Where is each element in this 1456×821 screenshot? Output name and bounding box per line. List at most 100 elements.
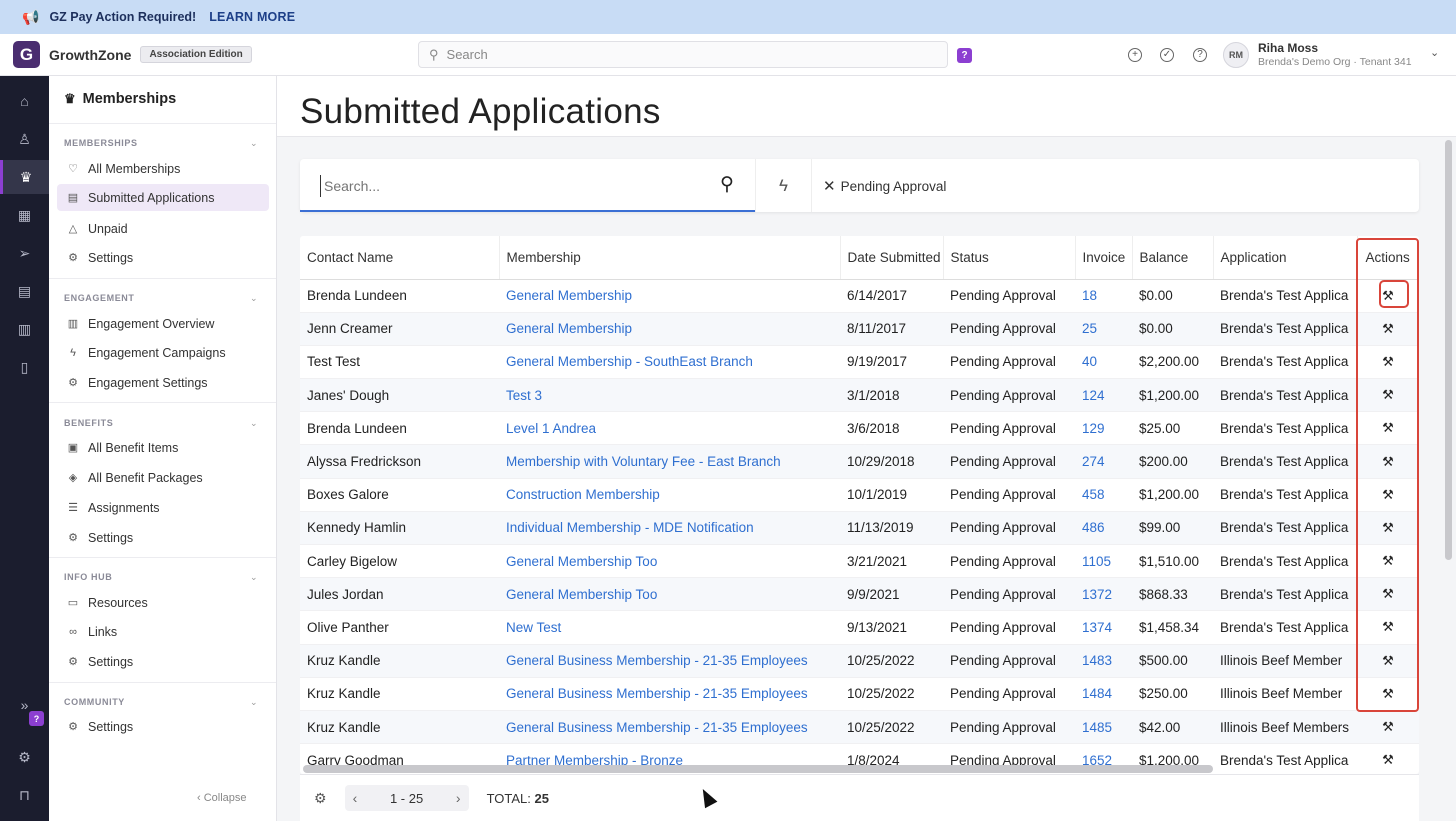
hammer-icon[interactable]: ⚒ [1382, 653, 1394, 669]
table-row[interactable]: Brenda Lundeen Level 1 Andrea 3/6/2018 Pend… [300, 411, 1419, 446]
cell-invoice[interactable]: 1483 [1075, 644, 1132, 678]
cell-invoice[interactable]: 458 [1075, 478, 1132, 512]
table-row[interactable]: Olive Panther New Test 9/13/2021 Pending Ap… [300, 610, 1419, 645]
cell-invoice[interactable]: 1372 [1075, 577, 1132, 612]
cell-membership[interactable]: General Membership Too [499, 577, 840, 612]
sidebar-item-all-memberships[interactable]: ♡ All Memberships [57, 155, 269, 182]
crown-icon[interactable]: ♛ [0, 160, 49, 194]
sidebar-item-unpaid[interactable]: △ Unpaid [57, 215, 269, 242]
cell-membership[interactable]: General Business Membership - 21-35 Empl… [499, 677, 840, 711]
table-row[interactable]: Janes' Dough Test 3 3/1/2018 Pending Approv… [300, 378, 1419, 413]
cell-invoice[interactable]: 40 [1075, 345, 1132, 380]
cell-invoice[interactable]: 1374 [1075, 610, 1132, 645]
sidebar-item-links[interactable]: ∞ Links [57, 618, 269, 645]
sidebar-item-assignments[interactable]: ☰ Assignments [57, 494, 269, 521]
table-row[interactable]: Kennedy Hamlin Individual Membership - MD… [300, 511, 1419, 546]
home-icon[interactable]: ⌂ [0, 84, 49, 118]
hammer-icon[interactable]: ⚒ [1382, 719, 1394, 735]
horizontal-scrollbar[interactable] [303, 765, 1213, 773]
cell-invoice[interactable]: 129 [1075, 411, 1132, 446]
help-shortcut-button[interactable]: ? [957, 48, 972, 63]
column-header-balance[interactable]: Balance [1132, 236, 1214, 280]
hammer-icon[interactable]: ⚒ [1382, 487, 1394, 503]
sidebar-item-engagement-overview[interactable]: ▥ Engagement Overview [57, 310, 269, 337]
sidebar-item-all-benefit-items[interactable]: ▣ All Benefit Items [57, 434, 269, 461]
table-row[interactable]: Brenda Lundeen General Membership 6/14/201… [300, 279, 1419, 313]
growthzone-logo[interactable]: G [13, 41, 40, 68]
chevron-down-icon[interactable]: ⌄ [250, 138, 258, 149]
table-row[interactable]: Test Test General Membership - SouthEast … [300, 345, 1419, 380]
table-row[interactable]: Alyssa Fredrickson Membership with Volunt… [300, 444, 1419, 479]
cell-membership[interactable]: Membership with Voluntary Fee - East Bra… [499, 444, 840, 479]
hammer-icon[interactable]: ⚒ [1382, 288, 1394, 304]
column-header-status[interactable]: Status [943, 236, 1076, 280]
sidebar-item-engagement-campaigns[interactable]: ϟ Engagement Campaigns [57, 339, 269, 366]
column-header-membership[interactable]: Membership [499, 236, 841, 280]
cell-membership[interactable]: General Membership [499, 279, 840, 313]
sidebar-item-engagement-settings[interactable]: ⚙ Engagement Settings [57, 369, 269, 396]
sidebar-item-submitted-applications[interactable]: ▤ Submitted Applications [57, 184, 269, 211]
cell-invoice[interactable]: 274 [1075, 444, 1132, 479]
hammer-icon[interactable]: ⚒ [1382, 619, 1394, 635]
report-icon[interactable]: ▯ [0, 350, 49, 384]
cell-membership[interactable]: General Membership - SouthEast Branch [499, 345, 840, 380]
vertical-scrollbar[interactable] [1445, 140, 1452, 560]
cell-invoice[interactable]: 25 [1075, 312, 1132, 346]
rail-help-badge[interactable]: ? [29, 711, 44, 726]
chevron-down-icon[interactable]: ⌄ [250, 697, 258, 708]
hammer-icon[interactable]: ⚒ [1382, 752, 1394, 768]
cell-invoice[interactable]: 18 [1075, 279, 1132, 313]
check-circle-icon[interactable]: ✓ [1160, 48, 1174, 62]
lock-icon[interactable]: ⊓ [0, 778, 49, 812]
chevron-down-icon[interactable]: ⌄ [250, 418, 258, 429]
cell-invoice[interactable]: 1484 [1075, 677, 1132, 711]
chevron-down-icon[interactable]: ⌄ [1430, 46, 1439, 59]
cell-membership[interactable]: General Membership [499, 312, 840, 346]
hammer-icon[interactable]: ⚒ [1382, 686, 1394, 702]
hammer-icon[interactable]: ⚒ [1382, 520, 1394, 536]
search-input[interactable] [320, 175, 700, 197]
close-icon[interactable]: ✕ [823, 177, 836, 195]
hammer-icon[interactable]: ⚒ [1382, 553, 1394, 569]
cell-invoice[interactable]: 486 [1075, 511, 1132, 546]
sidebar-item-all-benefit-packages[interactable]: ◈ All Benefit Packages [57, 464, 269, 491]
bank-icon[interactable]: ▥ [0, 312, 49, 346]
lightning-icon[interactable]: ϟ [755, 159, 812, 212]
chevron-right-icon[interactable]: › [456, 790, 461, 806]
user-name[interactable]: Riha Moss [1258, 41, 1318, 55]
calendar-icon[interactable]: ▦ [0, 198, 49, 232]
table-row[interactable]: Boxes Galore Construction Membership 10/1/… [300, 478, 1419, 512]
table-row[interactable]: Kruz Kandle General Business Membership -… [300, 710, 1419, 745]
cell-invoice[interactable]: 124 [1075, 378, 1132, 413]
cell-invoice[interactable]: 1485 [1075, 710, 1132, 745]
column-header-application[interactable]: Application [1213, 236, 1358, 280]
cell-membership[interactable]: Level 1 Andrea [499, 411, 840, 446]
column-header-date-submitted[interactable]: Date Submitted [840, 236, 944, 280]
cell-membership[interactable]: Test 3 [499, 378, 840, 413]
chevron-down-icon[interactable]: ⌄ [250, 572, 258, 583]
cell-membership[interactable]: General Membership Too [499, 544, 840, 579]
table-row[interactable]: Jules Jordan General Membership Too 9/9/20… [300, 577, 1419, 612]
global-search-input[interactable]: ⚲ Search [418, 41, 948, 68]
hammer-icon[interactable]: ⚒ [1382, 354, 1394, 370]
filter-chip[interactable]: ✕ Pending Approval [823, 177, 946, 195]
gear-icon[interactable]: ⚙ [314, 790, 327, 807]
sidebar-item-benefit-settings[interactable]: ⚙ Settings [57, 524, 269, 551]
cell-membership[interactable]: Individual Membership - MDE Notification [499, 511, 840, 546]
cell-membership[interactable]: Construction Membership [499, 478, 840, 512]
chevron-left-icon[interactable]: ‹ [353, 790, 358, 806]
table-row[interactable]: Carley Bigelow General Membership Too 3/21… [300, 544, 1419, 579]
hammer-icon[interactable]: ⚒ [1382, 420, 1394, 436]
cell-membership[interactable]: New Test [499, 610, 840, 645]
sidebar-item-resources[interactable]: ▭ Resources [57, 589, 269, 616]
column-header-contact-name[interactable]: Contact Name [300, 236, 500, 280]
add-circle-icon[interactable]: + [1128, 48, 1142, 62]
collapse-sidebar-button[interactable]: ‹ Collapse [197, 792, 247, 804]
person-icon[interactable]: ♙ [0, 122, 49, 156]
table-row[interactable]: Kruz Kandle General Business Membership -… [300, 677, 1419, 711]
chevron-down-icon[interactable]: ⌄ [250, 293, 258, 304]
search-icon[interactable]: ⚲ [720, 173, 734, 196]
table-row[interactable]: Kruz Kandle General Business Membership -… [300, 644, 1419, 678]
send-icon[interactable]: ➢ [0, 236, 49, 270]
hammer-icon[interactable]: ⚒ [1382, 454, 1394, 470]
